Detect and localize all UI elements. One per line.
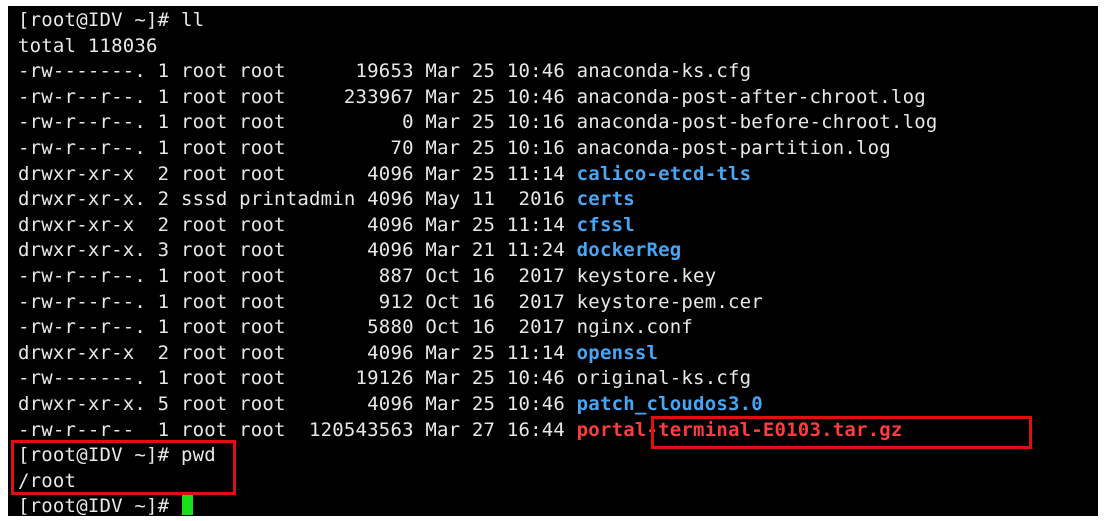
listing-meta: drwxr-xr-x 2 root root 4096 Mar 25 11:14 xyxy=(18,213,577,236)
listing-row: -rw-r--r--. 1 root root 5880 Oct 16 2017… xyxy=(18,315,937,341)
total-blocks: total 118036 xyxy=(18,34,158,57)
file-name: anaconda-ks.cfg xyxy=(576,60,752,83)
terminal-line-active-prompt[interactable]: [root@IDV ~]# xyxy=(18,494,937,516)
listing-meta: -rw-r--r--. 1 root root 233967 Mar 25 10… xyxy=(18,85,577,108)
listing-row: -rw-------. 1 root root 19126 Mar 25 10:… xyxy=(18,366,937,392)
listing-row: -rw-------. 1 root root 19653 Mar 25 10:… xyxy=(18,59,937,85)
file-name: original-ks.cfg xyxy=(576,367,752,390)
directory-name: patch_cloudos3.0 xyxy=(576,392,763,415)
listing-meta: -rw-r--r--. 1 root root 912 Oct 16 2017 xyxy=(18,290,577,313)
listing-meta: drwxr-xr-x 2 root root 4096 Mar 25 11:14 xyxy=(18,341,577,364)
listing-meta: drwxr-xr-x. 5 root root 4096 Mar 25 10:4… xyxy=(18,392,577,415)
terminal-line-prompt-ll: [root@IDV ~]# ll xyxy=(18,8,937,34)
highlight-pwd-box xyxy=(11,440,236,495)
highlight-archive-file-box xyxy=(651,416,1032,449)
file-name: anaconda-post-partition.log xyxy=(576,136,891,159)
listing-row: -rw-r--r--. 1 root root 70 Mar 25 10:16 … xyxy=(18,136,937,162)
listing-row: drwxr-xr-x 2 root root 4096 Mar 25 11:14… xyxy=(18,341,937,367)
listing-meta: -rw-r--r-- 1 root root 120543563 Mar 27 … xyxy=(18,418,577,441)
listing-meta: drwxr-xr-x 2 root root 4096 Mar 25 11:14 xyxy=(18,162,577,185)
listing-row: drwxr-xr-x. 5 root root 4096 Mar 25 10:4… xyxy=(18,392,937,418)
file-name: anaconda-post-before-chroot.log xyxy=(576,111,938,134)
directory-name: calico-etcd-tls xyxy=(576,162,752,185)
listing-meta: drwxr-xr-x. 3 root root 4096 Mar 21 11:2… xyxy=(18,239,577,262)
file-name: keystore-pem.cer xyxy=(576,290,763,313)
directory-name: dockerReg xyxy=(576,239,682,262)
prompt-command-ll: [root@IDV ~]# ll xyxy=(18,9,205,31)
listing-meta: -rw-r--r--. 1 root root 70 Mar 25 10:16 xyxy=(18,136,577,159)
active-prompt: [root@IDV ~]# xyxy=(18,495,181,516)
listing-row: -rw-r--r--. 1 root root 233967 Mar 25 10… xyxy=(18,85,937,111)
listing-meta: -rw-------. 1 root root 19126 Mar 25 10:… xyxy=(18,367,577,390)
directory-name: openssl xyxy=(576,341,659,364)
file-name: nginx.conf xyxy=(576,316,694,339)
directory-name: certs xyxy=(576,188,635,211)
listing-row: -rw-r--r--. 1 root root 0 Mar 25 10:16 a… xyxy=(18,110,937,136)
listing-meta: -rw-------. 1 root root 19653 Mar 25 10:… xyxy=(18,60,577,83)
listing-row: -rw-r--r--. 1 root root 912 Oct 16 2017 … xyxy=(18,290,937,316)
listing-row: drwxr-xr-x. 2 sssd printadmin 4096 May 1… xyxy=(18,187,937,213)
terminal-window[interactable]: [root@IDV ~]# ll total 118036 -rw-------… xyxy=(8,6,1098,516)
terminal-line-total: total 118036 xyxy=(18,34,937,60)
listing-meta: drwxr-xr-x. 2 sssd printadmin 4096 May 1… xyxy=(18,188,577,211)
directory-name: cfssl xyxy=(576,213,635,236)
listing-row: -rw-r--r--. 1 root root 887 Oct 16 2017 … xyxy=(18,264,937,290)
terminal-cursor[interactable] xyxy=(181,495,193,516)
listing-meta: -rw-r--r--. 1 root root 5880 Oct 16 2017 xyxy=(18,316,577,339)
listing-row: drwxr-xr-x 2 root root 4096 Mar 25 11:14… xyxy=(18,213,937,239)
listing-row: drwxr-xr-x. 3 root root 4096 Mar 21 11:2… xyxy=(18,238,937,264)
listing-row: drwxr-xr-x 2 root root 4096 Mar 25 11:14… xyxy=(18,162,937,188)
listing-meta: -rw-r--r--. 1 root root 0 Mar 25 10:16 xyxy=(18,111,577,134)
file-name: keystore.key xyxy=(576,264,717,287)
file-name: anaconda-post-after-chroot.log xyxy=(576,85,926,108)
listing-meta: -rw-r--r--. 1 root root 887 Oct 16 2017 xyxy=(18,264,577,287)
